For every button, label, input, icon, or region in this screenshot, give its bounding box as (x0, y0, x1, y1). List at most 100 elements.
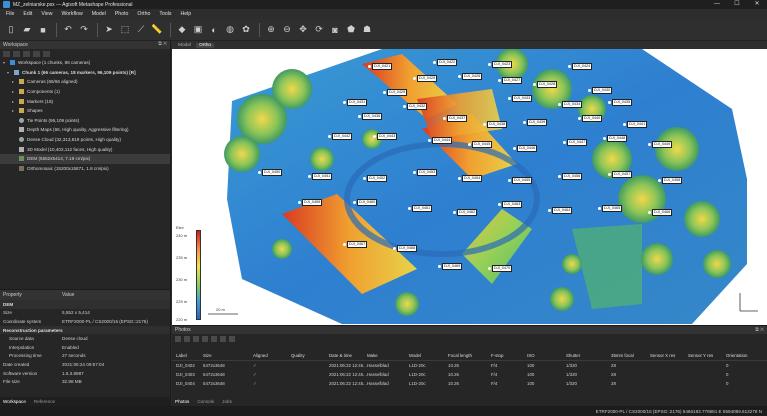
camera-marker-label[interactable]: DJI_0436 (362, 113, 383, 120)
camera-marker-label[interactable]: DJI_0424 (572, 63, 593, 70)
camera-position-dot[interactable] (393, 247, 396, 250)
column-header[interactable]: F-stop (491, 353, 527, 358)
camera-position-dot[interactable] (383, 91, 386, 94)
camera-position-dot[interactable] (458, 177, 461, 180)
palette-icon[interactable]: ✿ (239, 23, 253, 37)
camera-marker-label[interactable]: DJI_0461 (412, 205, 433, 212)
camera-marker-label[interactable]: DJI_0451 (312, 173, 333, 180)
expand-arrow-icon[interactable]: ▸ (12, 99, 17, 104)
expand-arrow-icon[interactable]: ▸ (12, 89, 17, 94)
menu-workflow[interactable]: Workflow (61, 11, 82, 17)
move-icon[interactable]: ✥ (296, 23, 310, 37)
camera-position-dot[interactable] (413, 77, 416, 80)
expand-arrow-icon[interactable]: ▸ (12, 79, 17, 84)
contrast-icon[interactable]: ◐ (207, 23, 221, 37)
camera-position-dot[interactable] (438, 265, 441, 268)
menu-ortho[interactable]: Ortho (137, 11, 150, 17)
tree-item-workspace[interactable]: ▾ Workspace (1 chunks, 86 cameras) (0, 58, 170, 68)
column-header[interactable]: Model (409, 353, 448, 358)
camera-marker-label[interactable]: DJI_0444 (432, 137, 453, 144)
camera-position-dot[interactable] (373, 135, 376, 138)
remove-item-icon[interactable] (23, 50, 30, 57)
reset-view-icon[interactable]: ⟳ (312, 23, 326, 37)
column-header[interactable]: Make (367, 353, 409, 358)
camera-marker-label[interactable]: DJI_0456 (562, 173, 583, 180)
tree-item-components[interactable]: ▸ Components (1) (0, 87, 170, 97)
zoom-out-icon[interactable]: ⊖ (280, 23, 294, 37)
fill-icon[interactable]: ◍ (223, 23, 237, 37)
camera-position-dot[interactable] (363, 177, 366, 180)
tag-icon[interactable]: ◆ (175, 23, 189, 37)
camera-marker-label[interactable]: DJI_0459 (302, 199, 323, 206)
camera-marker-label[interactable]: DJI_0453 (417, 169, 438, 176)
camera-position-dot[interactable] (358, 115, 361, 118)
camera-position-dot[interactable] (458, 75, 461, 78)
camera-position-dot[interactable] (558, 103, 561, 106)
menu-file[interactable]: File (6, 11, 14, 17)
column-header[interactable]: Sensor X res (650, 353, 688, 358)
menu-photo[interactable]: Photo (115, 11, 129, 17)
open-folder-icon[interactable]: ▰ (20, 23, 34, 37)
panel-float-icon[interactable]: ⧉ ✕ (158, 41, 167, 47)
camera-marker-label[interactable]: DJI_0446 (517, 145, 538, 152)
camera-position-dot[interactable] (498, 79, 501, 82)
column-header[interactable]: 35mm focal (611, 353, 650, 358)
tree-item-dense-cloud[interactable]: Dense Cloud (32,313,819 points, High qua… (0, 135, 170, 145)
camera-marker-label[interactable]: DJI_0464 (552, 207, 573, 214)
camera-position-dot[interactable] (483, 123, 486, 126)
camera-position-dot[interactable] (523, 121, 526, 124)
camera-marker-label[interactable]: DJI_0450 (262, 169, 283, 176)
camera-marker-label[interactable]: DJI_0426 (462, 73, 483, 80)
camera-position-dot[interactable] (558, 175, 561, 178)
camera-position-dot[interactable] (498, 203, 501, 206)
new-document-icon[interactable]: ▯ (4, 23, 18, 37)
remove-camera-icon[interactable] (175, 336, 181, 342)
shape-icon[interactable]: ⬟ (344, 23, 358, 37)
menu-model[interactable]: Model (92, 11, 106, 17)
dem-viewport[interactable]: 20 m Elev 240 m 235 m 230 m 225 m 220 m … (172, 49, 767, 325)
column-header[interactable]: Aligned (253, 353, 291, 358)
camera-marker-label[interactable]: DJI_0470 (492, 265, 513, 272)
camera-position-dot[interactable] (433, 61, 436, 64)
tab-console[interactable]: Console (197, 399, 214, 404)
camera-position-dot[interactable] (343, 101, 346, 104)
camera-position-dot[interactable] (533, 83, 536, 86)
camera-position-dot[interactable] (258, 171, 261, 174)
camera-position-dot[interactable] (623, 123, 626, 126)
camera-position-dot[interactable] (368, 65, 371, 68)
camera-position-dot[interactable] (568, 65, 571, 68)
ruler-icon[interactable]: 📏 (150, 23, 164, 37)
camera-position-dot[interactable] (578, 117, 581, 120)
rotate-left-icon[interactable] (184, 336, 190, 342)
camera-marker-label[interactable]: DJI_0425 (417, 75, 438, 82)
camera-position-dot[interactable] (428, 139, 431, 142)
chat-icon[interactable]: ☗ (360, 23, 374, 37)
camera-marker-label[interactable]: DJI_0441 (627, 121, 648, 128)
table-row[interactable]: DJI_0404 5472x3648 ✓ 2021:06:22 12:45... Has… (172, 379, 767, 388)
camera-position-dot[interactable] (468, 143, 471, 146)
tree-item-depth-maps[interactable]: Depth Maps (66, High quality, Aggressive… (0, 125, 170, 135)
camera-marker-label[interactable]: DJI_0440 (582, 115, 603, 122)
reset-filter-icon[interactable] (202, 336, 208, 342)
camera-position-dot[interactable] (443, 117, 446, 120)
tab-jobs[interactable]: Jobs (222, 399, 232, 404)
camera-position-dot[interactable] (648, 211, 651, 214)
camera-position-dot[interactable] (608, 173, 611, 176)
camera-position-dot[interactable] (298, 201, 301, 204)
camera-marker-label[interactable]: DJI_0438 (487, 121, 508, 128)
camera-position-dot[interactable] (508, 97, 511, 100)
camera-marker-label[interactable]: DJI_0434 (562, 101, 583, 108)
camera-position-dot[interactable] (453, 211, 456, 214)
enable-camera-icon[interactable] (211, 336, 217, 342)
zoom-in-icon[interactable]: ⊕ (264, 23, 278, 37)
camera-marker-label[interactable]: DJI_0469 (442, 263, 463, 270)
camera-marker-label[interactable]: DJI_0421 (372, 63, 393, 70)
camera-marker-label[interactable]: DJI_0430 (592, 87, 613, 94)
add-photos-icon[interactable] (13, 50, 20, 57)
camera-position-dot[interactable] (488, 63, 491, 66)
camera-marker-label[interactable]: DJI_0465 (602, 205, 623, 212)
camera-position-dot[interactable] (548, 209, 551, 212)
camera-marker-label[interactable]: DJI_0457 (612, 171, 633, 178)
camera-marker-label[interactable]: DJI_0452 (367, 175, 388, 182)
add-chunk-icon[interactable] (3, 50, 10, 57)
